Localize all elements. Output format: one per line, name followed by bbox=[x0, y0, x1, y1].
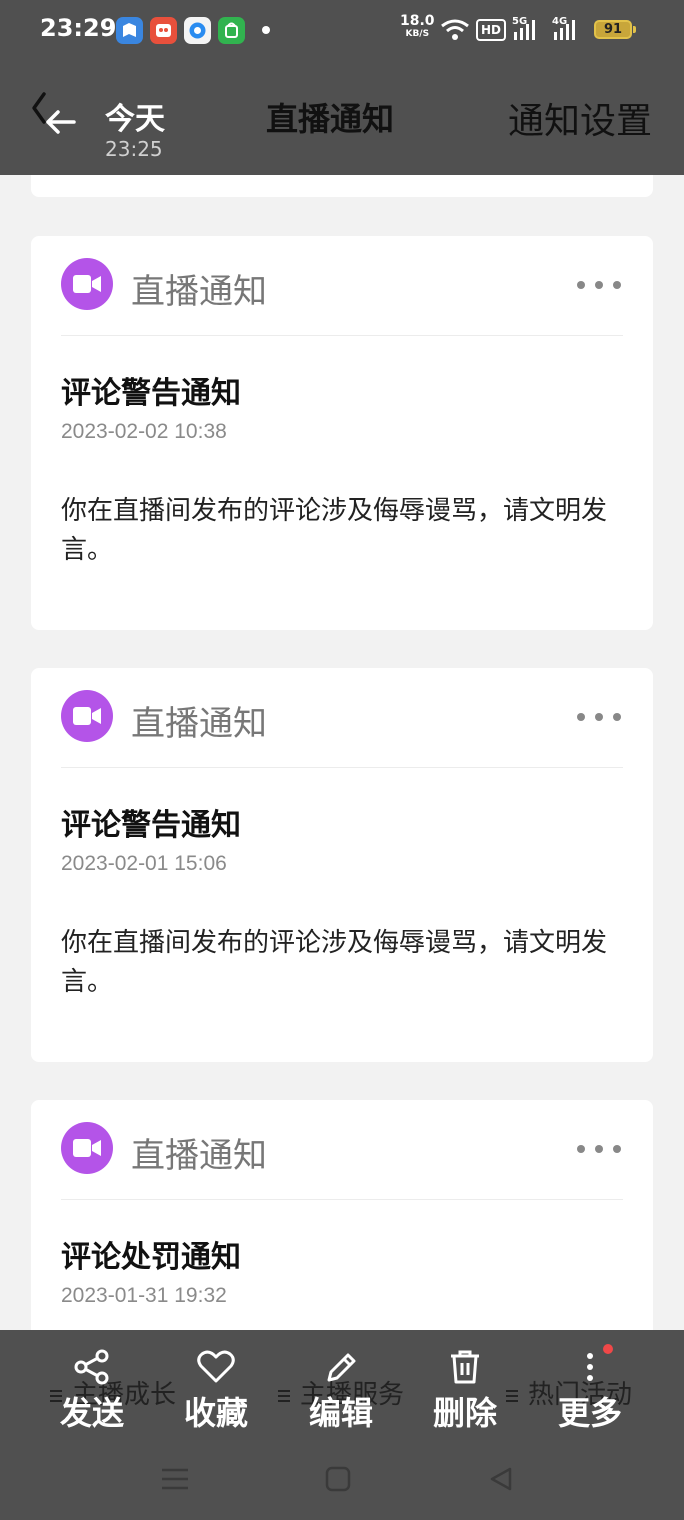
favorite-button[interactable]: 收藏 bbox=[161, 1348, 271, 1434]
pencil-icon bbox=[327, 1353, 356, 1382]
video-camera-icon bbox=[73, 275, 101, 293]
map-app-icon bbox=[116, 17, 143, 44]
battery-indicator: 91 bbox=[594, 20, 636, 39]
more-options-icon[interactable] bbox=[577, 708, 623, 724]
notification-settings-link[interactable]: 通知设置 bbox=[508, 92, 652, 144]
notification-body: 你在直播间发布的评论涉及侮辱谩骂，请文明发言。 bbox=[61, 496, 608, 565]
notification-title: 评论处罚通知 bbox=[61, 1240, 241, 1275]
header-date: 今天 bbox=[105, 102, 165, 137]
live-source-avatar bbox=[61, 1122, 113, 1174]
video-app-icon bbox=[150, 17, 177, 44]
notification-title: 评论警告通知 bbox=[61, 808, 241, 843]
live-source-avatar bbox=[61, 690, 113, 742]
notification-date: 2023-02-02 10:38 bbox=[61, 420, 227, 443]
page-title: 直播通知 bbox=[265, 100, 394, 138]
notification-card[interactable]: 直播通知 评论警告通知 2023-02-02 10:38 你在直播间发布的评论涉… bbox=[31, 236, 653, 630]
vertical-dots-icon bbox=[587, 1353, 593, 1381]
home-icon[interactable] bbox=[325, 1466, 351, 1492]
notification-card[interactable]: 直播通知 评论处罚通知 2023-01-31 19:32 bbox=[31, 1100, 653, 1360]
more-notifications-dot bbox=[262, 26, 270, 34]
signal-4g: 4G bbox=[552, 16, 578, 42]
notification-date: 2023-01-31 19:32 bbox=[61, 1284, 227, 1307]
video-camera-icon bbox=[73, 1139, 101, 1157]
signal-5g: 5G bbox=[512, 16, 538, 42]
video-camera-icon bbox=[73, 707, 101, 725]
back-arrow-icon[interactable] bbox=[30, 90, 86, 146]
notification-card[interactable]: 直播通知 评论警告通知 2023-02-01 15:06 你在直播间发布的评论涉… bbox=[31, 668, 653, 1062]
trash-icon bbox=[451, 1350, 479, 1384]
more-button[interactable]: 更多 bbox=[535, 1344, 645, 1434]
top-overlay: 23:29 18.0 KB/S HD 5G 4G 91 今天 23:25 直播通… bbox=[0, 0, 684, 175]
notification-date: 2023-02-01 15:06 bbox=[61, 852, 227, 875]
source-name: 直播通知 bbox=[131, 272, 267, 312]
status-time: 23:29 bbox=[40, 14, 117, 42]
delete-button[interactable]: 删除 bbox=[410, 1348, 520, 1434]
back-nav-icon[interactable] bbox=[488, 1466, 514, 1492]
header: 今天 23:25 直播通知 通知设置 bbox=[0, 62, 684, 175]
edit-button[interactable]: 编辑 bbox=[286, 1348, 396, 1434]
card-header: 直播通知 bbox=[61, 258, 623, 336]
hd-badge: HD bbox=[476, 19, 507, 41]
send-button[interactable]: 发送 bbox=[37, 1348, 147, 1434]
more-options-icon[interactable] bbox=[577, 276, 623, 292]
wifi-icon bbox=[441, 19, 469, 40]
store-app-icon bbox=[218, 17, 245, 44]
network-speed: 18.0 KB/S bbox=[400, 13, 435, 39]
card-header: 直播通知 bbox=[61, 1122, 623, 1200]
notification-body: 你在直播间发布的评论涉及侮辱谩骂，请文明发言。 bbox=[61, 928, 608, 997]
browser-app-icon bbox=[184, 17, 211, 44]
system-nav-bar bbox=[0, 1458, 684, 1498]
source-name: 直播通知 bbox=[131, 704, 267, 744]
bottom-action-bar: 主播成长 主播服务 热门活动 发送 收藏 编辑 删除 更多 bbox=[0, 1330, 684, 1520]
status-bar: 23:29 18.0 KB/S HD 5G 4G 91 bbox=[0, 0, 684, 62]
notification-title: 评论警告通知 bbox=[61, 376, 241, 411]
card-header: 直播通知 bbox=[61, 690, 623, 768]
live-source-avatar bbox=[61, 258, 113, 310]
recent-apps-icon[interactable] bbox=[160, 1466, 190, 1492]
new-badge-dot bbox=[603, 1344, 613, 1354]
header-time: 23:25 bbox=[105, 137, 163, 161]
share-icon bbox=[74, 1349, 109, 1385]
heart-icon bbox=[197, 1350, 235, 1383]
source-name: 直播通知 bbox=[131, 1136, 267, 1176]
more-options-icon[interactable] bbox=[577, 1140, 623, 1156]
